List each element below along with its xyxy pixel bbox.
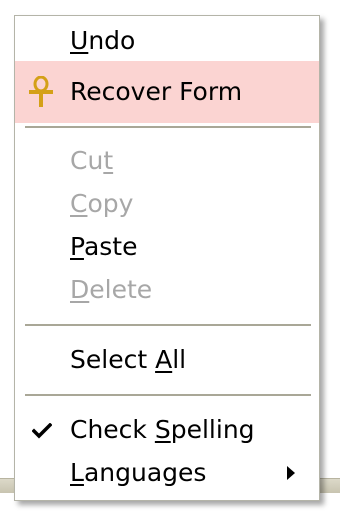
ankh-icon (29, 76, 53, 107)
menu-item-label: Paste (70, 232, 138, 261)
menu-item-label: Recover Form (70, 77, 243, 106)
menu-item-label: Copy (70, 189, 134, 218)
menu-item-label: Cut (70, 146, 114, 175)
menu-separator (25, 324, 311, 327)
menu-item-label: Languages (70, 458, 207, 487)
menu-item-label: Check Spelling (70, 415, 255, 444)
submenu-arrow-icon (287, 466, 295, 480)
menu-item-check-spelling[interactable]: Check Spelling (15, 410, 319, 450)
menu-item-cut: Cut (15, 141, 319, 181)
menu-item-languages[interactable]: Languages (15, 453, 319, 493)
menu-separator (25, 126, 311, 129)
menu-item-delete: Delete (15, 270, 319, 310)
menu-item-select-all[interactable]: Select All (15, 340, 319, 380)
menu-item-recover-form[interactable]: Recover Form (15, 61, 319, 123)
menu-item-label: Select All (70, 345, 187, 374)
menu-item-copy: Copy (15, 184, 319, 224)
menu-item-undo[interactable]: Undo (15, 21, 319, 61)
menu-item-label: Undo (70, 26, 136, 55)
menu-separator (25, 394, 311, 397)
menu-item-label: Delete (70, 275, 153, 304)
checkmark-icon (32, 423, 52, 439)
context-menu: Undo Recover Form Cut Copy Paste Delete … (14, 15, 320, 501)
menu-item-paste[interactable]: Paste (15, 227, 319, 267)
